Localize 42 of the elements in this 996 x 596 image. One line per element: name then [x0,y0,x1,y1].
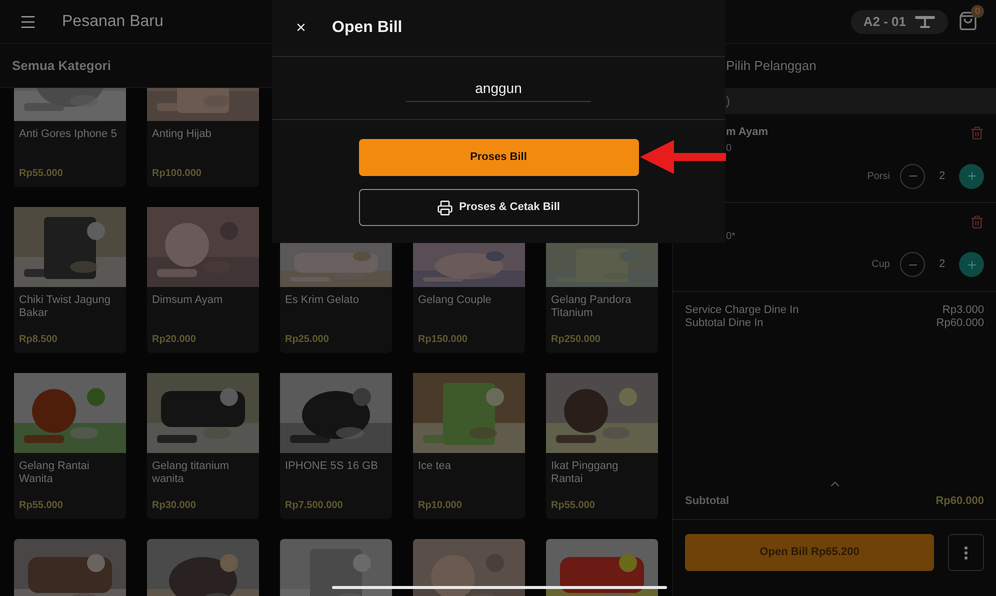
product-name: Ice tea [418,460,452,473]
product-price: Rp250.000 [551,333,602,347]
unit-label: Porsi [867,170,890,184]
product-price: Rp25.000 [285,333,330,347]
product-name: Dimsum Ayam [152,294,224,307]
cart-count-badge: 0 [971,4,984,18]
charge-value: Rp3.000 [942,304,984,317]
product-name: Chiki Twist Jagung Bakar [19,294,112,320]
product-name: IPHONE 5S 16 GB [285,460,379,473]
quantity: 2 [938,257,946,272]
item-note: 0* [726,230,736,244]
unit-label: Cup [872,258,890,272]
product-price: Rp150.000 [418,333,468,347]
product-name: Ikat Pinggang Rantai [551,460,620,486]
table-number: A2 - 01 [863,12,906,31]
charge-label: Subtotal Dine In [685,317,764,330]
product-name: Anti Gores Iphone 5 [19,128,118,141]
product-name: Gelang Rantai Wanita [19,460,90,486]
product-name: Gelang Pandora Titanium [551,294,632,320]
product-price: Rp8.500 [19,333,58,347]
product-price: Rp10.000 [418,499,463,513]
product-price: Rp100.000 [152,167,202,181]
section-text: ) [726,93,730,110]
item-name: m Ayam [726,125,768,140]
item-note: 0 [726,142,733,156]
product-name: Anting Hijab [152,128,212,141]
subtotal-value: Rp60.000 [936,494,984,508]
charge-value: Rp60.000 [936,317,984,330]
product-price: Rp55.000 [19,499,64,513]
product-price: Rp55.000 [19,167,64,181]
product-name: Gelang Couple [418,294,492,307]
dialog-title: Open Bill [332,18,402,38]
product-name: Es Krim Gelato [285,294,360,307]
product-price: Rp7.500.000 [285,499,344,513]
page-title: Pesanan Baru [62,12,164,32]
product-name: Gelang titanium wanita [152,460,230,486]
charge-label: Service Charge Dine In [685,304,799,317]
subtotal-label: Subtotal [685,494,729,508]
product-price: Rp20.000 [152,333,197,347]
product-price: Rp30.000 [152,499,197,513]
product-price: Rp55.000 [551,499,596,513]
quantity: 2 [938,168,946,184]
